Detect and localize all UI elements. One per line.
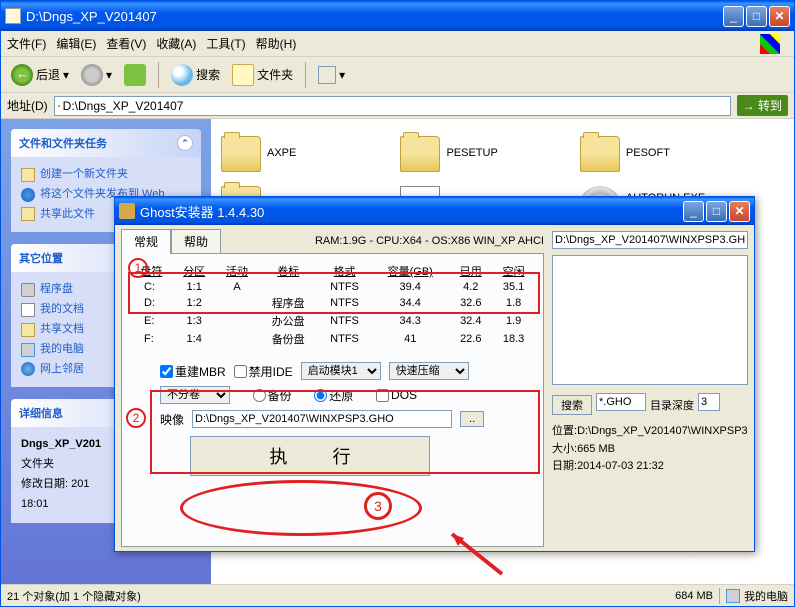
dialog-right: 搜索 目录深度 位置:D:\Dngs_XP_V201407\WINXPSP3 大… — [552, 231, 748, 545]
go-button[interactable]: → 转到 — [737, 95, 788, 116]
forward-button[interactable]: ▾ — [77, 62, 116, 88]
folder-icon — [400, 136, 440, 172]
views-button[interactable]: ▾ — [314, 64, 349, 86]
ghost-dialog: Ghost安装器 1.4.4.30 _ □ ✕ 常规 帮助 RAM:1.9G -… — [114, 196, 755, 552]
search-button[interactable]: 搜索 — [167, 62, 224, 88]
addressbar: 地址(D) D:\Dngs_XP_V201407 → 转到 — [1, 93, 794, 119]
documents-icon — [21, 303, 35, 317]
folders-button[interactable]: 文件夹 — [228, 62, 297, 88]
compress-select[interactable]: 快速压缩 — [389, 362, 469, 380]
depth-label: 目录深度 — [650, 397, 694, 413]
folder-icon — [58, 105, 60, 107]
table-row[interactable]: F:1:4备份盘NTFS4122.618.3 — [130, 330, 535, 348]
computer-icon — [726, 589, 740, 603]
image-label: 映像 — [160, 411, 184, 428]
tasks-header[interactable]: 文件和文件夹任务⌃ — [11, 129, 201, 157]
status-size: 684 MB — [675, 590, 713, 602]
dialog-maximize-button[interactable]: □ — [706, 201, 727, 222]
disk-table[interactable]: 盘符分区活动卷标格式容量(GB)已用空闲 C:1:1ANTFS39.44.235… — [130, 262, 535, 348]
app-icon — [119, 203, 135, 219]
dialog-title: Ghost安装器 1.4.4.30 — [140, 202, 683, 221]
toolbar: 后退 ▾ ▾ 搜索 文件夹 ▾ — [1, 57, 794, 93]
file-item[interactable]: PESOFT — [580, 129, 755, 179]
partition-select[interactable]: 不分卷 — [160, 386, 230, 404]
search-button[interactable]: 搜索 — [552, 395, 592, 415]
explorer-titlebar[interactable]: D:\Dngs_XP_V201407 _ □ ✕ — [1, 1, 794, 31]
folder-icon — [580, 136, 620, 172]
annotation-ellipse — [180, 480, 422, 536]
views-icon — [318, 66, 336, 84]
menu-help[interactable]: 帮助(H) — [256, 35, 297, 52]
back-icon — [11, 64, 33, 86]
forward-icon — [81, 64, 103, 86]
file-item[interactable]: PESETUP — [400, 129, 575, 179]
restore-radio[interactable]: 还原 — [314, 387, 353, 404]
address-input[interactable]: D:\Dngs_XP_V201407 — [54, 96, 731, 116]
back-button[interactable]: 后退 ▾ — [7, 62, 73, 88]
menu-edit[interactable]: 编辑(E) — [56, 35, 96, 52]
up-button[interactable] — [120, 62, 150, 88]
folder-icon — [221, 136, 261, 172]
controls: 重建MBR 禁用IDE 启动模块1 快速压缩 不分卷 备份 还原 DOS — [130, 362, 535, 476]
browse-button[interactable]: .. — [460, 411, 484, 427]
maximize-button[interactable]: □ — [746, 6, 767, 27]
search-icon — [171, 64, 193, 86]
depth-input[interactable] — [698, 393, 720, 411]
publish-icon — [21, 188, 35, 202]
computer-icon — [21, 343, 35, 357]
annotation-circle-3: 3 — [364, 492, 392, 520]
tab-content: 盘符分区活动卷标格式容量(GB)已用空闲 C:1:1ANTFS39.44.235… — [121, 253, 544, 547]
table-row[interactable]: D:1:2程序盘NTFS34.432.61.8 — [130, 294, 535, 312]
windows-logo-icon — [760, 34, 780, 54]
table-row[interactable]: E:1:3办公盘NTFS34.332.41.9 — [130, 312, 535, 330]
menu-tools[interactable]: 工具(T) — [206, 35, 245, 52]
boot-module-select[interactable]: 启动模块1 — [301, 362, 381, 380]
chevron-up-icon[interactable]: ⌃ — [177, 135, 193, 151]
status-location: 我的电脑 — [744, 588, 788, 604]
drive-icon — [21, 283, 35, 297]
task-new-folder[interactable]: 创建一个新文件夹 — [21, 165, 191, 185]
statusbar: 21 个对象(加 1 个隐藏对象) 684 MB 我的电脑 — [1, 584, 794, 606]
dialog-minimize-button[interactable]: _ — [683, 201, 704, 222]
tab-general[interactable]: 常规 — [121, 229, 171, 254]
folders-icon — [232, 64, 254, 86]
menubar: 文件(F) 编辑(E) 查看(V) 收藏(A) 工具(T) 帮助(H) — [1, 31, 794, 57]
file-info: 位置:D:\Dngs_XP_V201407\WINXPSP3 大小:665 MB… — [552, 423, 748, 476]
execute-button[interactable]: 执 行 — [190, 436, 430, 476]
tabs: 常规 帮助 RAM:1.9G - CPU:X64 - OS:X86 WIN_XP… — [121, 231, 544, 253]
address-value: D:\Dngs_XP_V201407 — [63, 99, 184, 113]
table-header: 盘符分区活动卷标格式容量(GB)已用空闲 — [130, 262, 535, 280]
disable-ide-checkbox[interactable]: 禁用IDE — [234, 363, 293, 380]
menu-view[interactable]: 查看(V) — [106, 35, 146, 52]
close-button[interactable]: ✕ — [769, 6, 790, 27]
dialog-close-button[interactable]: ✕ — [729, 201, 750, 222]
status-count: 21 个对象(加 1 个隐藏对象) — [7, 588, 141, 604]
menu-file[interactable]: 文件(F) — [7, 35, 46, 52]
table-row[interactable]: C:1:1ANTFS39.44.235.1 — [130, 280, 535, 294]
address-label: 地址(D) — [7, 97, 48, 114]
image-path-input[interactable] — [192, 410, 452, 428]
separator — [305, 62, 306, 88]
system-info: RAM:1.9G - CPU:X64 - OS:X86 WIN_XP AHCI — [315, 235, 544, 247]
menu-favorites[interactable]: 收藏(A) — [156, 35, 196, 52]
folder-icon — [5, 8, 21, 24]
new-folder-icon — [21, 168, 35, 182]
window-title: D:\Dngs_XP_V201407 — [26, 9, 723, 24]
separator — [158, 62, 159, 88]
minimize-button[interactable]: _ — [723, 6, 744, 27]
network-icon — [21, 362, 35, 376]
ext-input[interactable] — [596, 393, 646, 411]
dialog-titlebar[interactable]: Ghost安装器 1.4.4.30 _ □ ✕ — [115, 197, 754, 225]
file-item[interactable]: AXPE — [221, 129, 396, 179]
file-listbox[interactable] — [552, 255, 748, 385]
dos-checkbox[interactable]: DOS — [376, 388, 417, 402]
backup-radio[interactable]: 备份 — [253, 387, 292, 404]
dialog-left: 常规 帮助 RAM:1.9G - CPU:X64 - OS:X86 WIN_XP… — [121, 231, 544, 545]
tab-help[interactable]: 帮助 — [171, 229, 221, 253]
rebuild-mbr-checkbox[interactable]: 重建MBR — [160, 363, 226, 380]
selected-path-input[interactable] — [552, 231, 748, 249]
up-icon — [124, 64, 146, 86]
share-icon — [21, 207, 35, 221]
shared-docs-icon — [21, 323, 35, 337]
